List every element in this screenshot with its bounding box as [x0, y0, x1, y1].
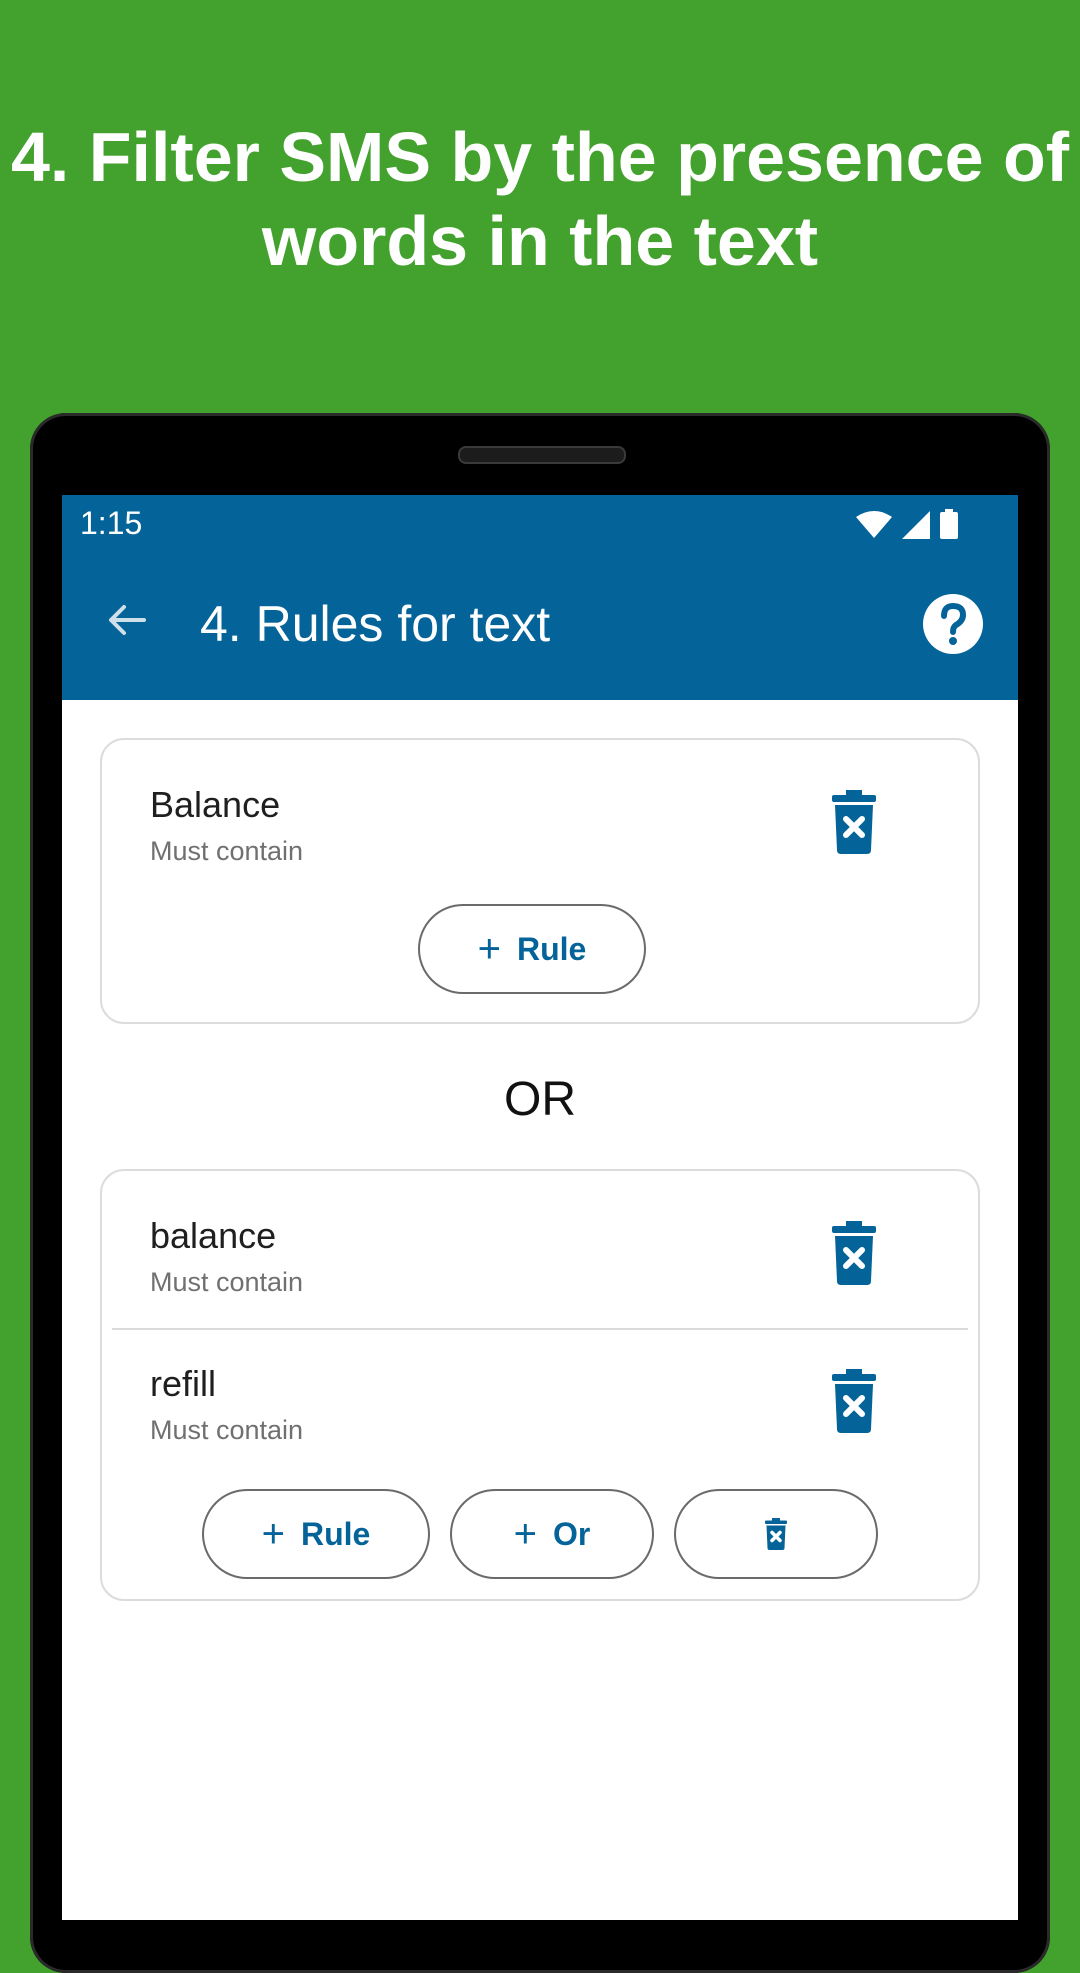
arrow-back-icon[interactable]: [102, 595, 152, 645]
device-speaker: [458, 446, 626, 464]
promo-headline: 4. Filter SMS by the presence of words i…: [0, 115, 1080, 283]
rule-group-2: balance Must contain refill Must contain…: [100, 1169, 980, 1601]
delete-rule-icon[interactable]: [830, 790, 878, 854]
battery-icon: [940, 509, 958, 539]
plus-icon: +: [261, 1512, 285, 1556]
headline-line-1: 4. Filter SMS by the presence of: [10, 118, 1070, 196]
delete-rule-icon[interactable]: [830, 1221, 878, 1285]
rule-word: balance: [150, 1215, 277, 1256]
delete-group-button[interactable]: [674, 1489, 878, 1579]
rule-group-1: Balance Must contain + Rule: [100, 738, 980, 1024]
rule-condition: Must contain: [150, 1415, 304, 1445]
or-separator: OR: [504, 1073, 576, 1126]
status-time: 1:15: [80, 505, 143, 541]
signal-icon: [902, 511, 930, 539]
rule-condition: Must contain: [150, 836, 304, 866]
delete-rule-icon[interactable]: [830, 1369, 878, 1433]
rule-word: Balance: [150, 784, 281, 825]
plus-icon: +: [513, 1512, 537, 1556]
add-rule-label: Rule: [301, 1515, 371, 1552]
app-bar: 1:15 4. Rules for text: [62, 495, 1018, 700]
trash-icon: [765, 1518, 787, 1550]
add-rule-button[interactable]: + Rule: [202, 1489, 430, 1579]
help-icon[interactable]: [922, 593, 984, 655]
headline-line-2: words in the text: [261, 202, 819, 280]
wifi-icon: [856, 511, 892, 538]
rule-condition: Must contain: [150, 1267, 304, 1297]
rule-divider: [112, 1328, 968, 1330]
page-title: 4. Rules for text: [200, 596, 551, 652]
add-or-button[interactable]: + Or: [450, 1489, 654, 1579]
phone-screen: 1:15 4. Rules for text Balance Must cont…: [62, 495, 1018, 1920]
add-rule-button[interactable]: + Rule: [418, 904, 646, 994]
plus-icon: +: [477, 927, 501, 971]
rule-word: refill: [150, 1363, 217, 1404]
add-or-label: Or: [553, 1515, 591, 1552]
add-rule-label: Rule: [517, 930, 587, 967]
status-icons: [856, 509, 958, 539]
